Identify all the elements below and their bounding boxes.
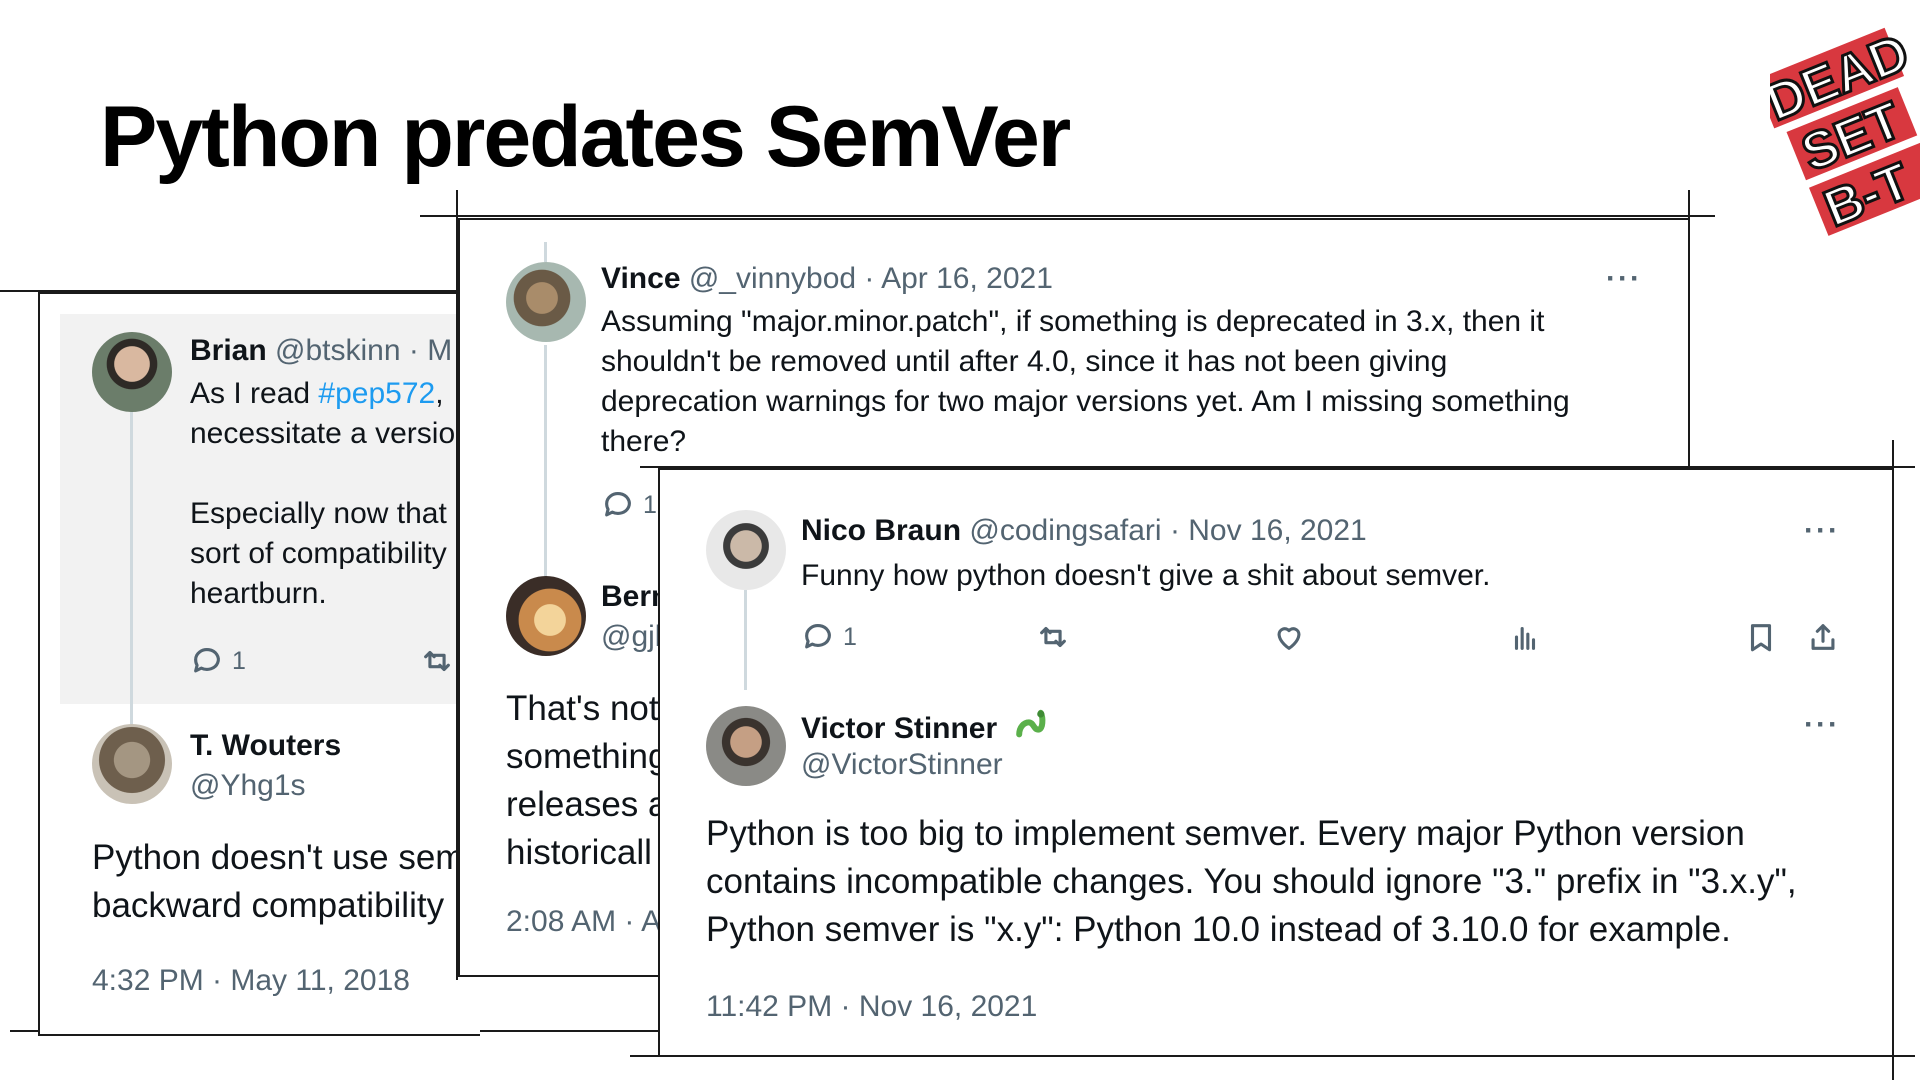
author-handle[interactable]: @Yhg1s xyxy=(190,769,306,803)
like-button[interactable] xyxy=(1272,620,1306,654)
tweet-date[interactable]: · Nov 16, 2021 xyxy=(1170,514,1367,547)
tweet-text: Funny how python doesn't give a shit abo… xyxy=(801,559,1491,592)
reply-count: 1 xyxy=(232,646,246,675)
sketch-line xyxy=(420,215,1715,217)
tweet-frame-left: Brian @btskinn · M As I read #pep572, ne… xyxy=(38,292,480,1036)
author-name[interactable]: Victor Stinner xyxy=(801,712,997,745)
author-handle[interactable]: @VictorStinner xyxy=(801,748,1003,782)
thread-line xyxy=(544,345,547,605)
reply-count: 1 xyxy=(843,622,857,651)
thread-line xyxy=(544,242,547,262)
tweet-date[interactable]: · Apr 16, 2021 xyxy=(864,262,1052,295)
author-name[interactable]: Vince xyxy=(601,262,681,295)
author-name[interactable]: T. Wouters xyxy=(190,729,341,762)
share-button[interactable] xyxy=(1806,620,1840,654)
author-handle[interactable]: @_vinnybod xyxy=(689,262,856,295)
more-options-button[interactable]: ··· xyxy=(1606,262,1642,296)
bookmark-icon xyxy=(1750,624,1772,652)
retweet-icon xyxy=(424,650,450,672)
reply-icon xyxy=(805,624,831,649)
avatar-bern[interactable] xyxy=(506,576,586,656)
tweet-date-partial: · M xyxy=(408,334,453,367)
avatar-vince[interactable] xyxy=(506,262,586,342)
retweet-button[interactable] xyxy=(420,644,454,678)
reply-button[interactable]: 1 xyxy=(190,644,246,678)
retweet-button[interactable] xyxy=(1036,620,1070,654)
avatar-nico[interactable] xyxy=(706,510,786,590)
reply-count: 1 xyxy=(643,490,657,519)
snake-emoji-icon xyxy=(1015,709,1045,738)
more-options-button[interactable]: ··· xyxy=(1804,708,1840,742)
author-handle[interactable]: @gjl xyxy=(601,620,661,654)
tweet-frame-right: Nico Braun @codingsafari · Nov 16, 2021 … xyxy=(658,468,1894,1057)
avatar-brian[interactable] xyxy=(92,332,172,412)
retweet-icon xyxy=(1040,626,1066,648)
reply-button[interactable]: 1 xyxy=(801,620,857,654)
dead-set-bit-logo: DEAD SET B-T xyxy=(1770,22,1920,240)
tweet-timestamp[interactable]: 4:32 PM · May 11, 2018 xyxy=(92,964,410,998)
reply-button[interactable]: 1 xyxy=(601,488,657,522)
tweet-text: Python is too big to implement semver. E… xyxy=(706,814,1797,949)
tweet-timestamp[interactable]: 2:08 AM · A xyxy=(506,905,661,939)
hashtag-link[interactable]: #pep572 xyxy=(318,377,435,410)
author-handle[interactable]: @btskinn xyxy=(275,334,401,367)
avatar-victor[interactable] xyxy=(706,706,786,786)
tweet-text: Python doesn't use sem backward compatib… xyxy=(92,838,465,925)
slide-title: Python predates SemVer xyxy=(100,89,1071,185)
author-name[interactable]: Brian xyxy=(190,334,267,367)
author-name[interactable]: Nico Braun xyxy=(801,514,961,547)
thread-line xyxy=(744,590,747,690)
tweet-text: As I read #pep572, necessitate a versio … xyxy=(190,377,456,610)
tweet-text: That's not something releases a historic… xyxy=(506,689,668,872)
tweet-timestamp[interactable]: 11:42 PM · Nov 16, 2021 xyxy=(706,990,1037,1024)
author-handle[interactable]: @codingsafari xyxy=(969,514,1161,547)
avatar-wouters[interactable] xyxy=(92,724,172,804)
bookmark-button[interactable] xyxy=(1744,620,1778,654)
thread-line xyxy=(130,404,133,734)
like-icon xyxy=(1277,627,1301,650)
reply-icon xyxy=(605,492,631,517)
reply-icon xyxy=(194,648,220,673)
tweet-text: Assuming "major.minor.patch", if somethi… xyxy=(601,305,1570,458)
views-button[interactable] xyxy=(1508,620,1542,654)
more-options-button[interactable]: ··· xyxy=(1804,514,1840,548)
share-icon xyxy=(1811,624,1835,650)
views-icon xyxy=(1514,626,1536,650)
